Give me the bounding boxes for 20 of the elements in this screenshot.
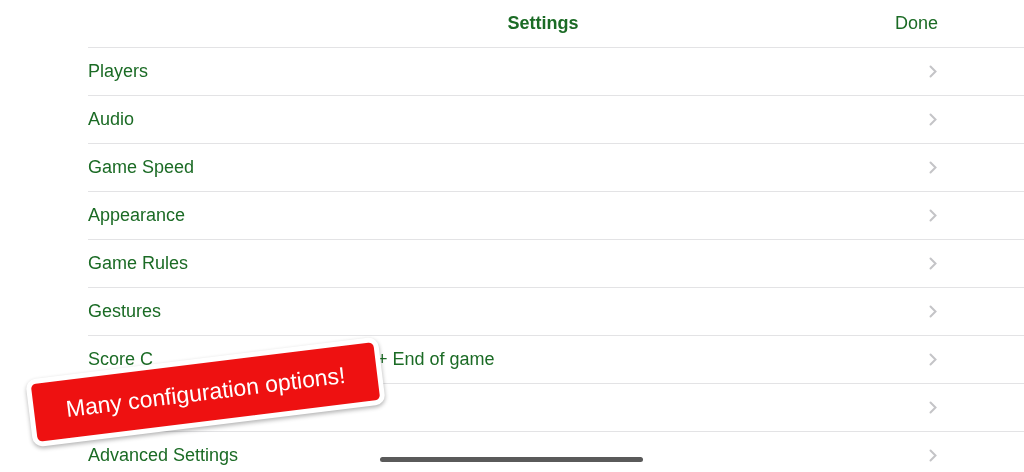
row-label: Appearance bbox=[88, 205, 186, 226]
done-button[interactable]: Done bbox=[895, 13, 938, 34]
chevron-icon bbox=[929, 257, 937, 270]
chevron-icon bbox=[929, 401, 937, 414]
chevron-icon bbox=[929, 353, 937, 366]
chevron-icon bbox=[929, 305, 937, 318]
row-label: Gestures bbox=[88, 301, 162, 322]
row-label: Advanced Settings bbox=[88, 445, 239, 466]
row-label: Score C bbox=[88, 349, 155, 370]
row-label: Game Speed bbox=[88, 157, 195, 178]
row-label: Audio bbox=[88, 109, 135, 130]
screen-title: Settings bbox=[507, 13, 579, 34]
chevron-icon bbox=[929, 209, 937, 222]
chevron-icon bbox=[929, 113, 937, 126]
chevron-icon bbox=[929, 65, 937, 78]
home-indicator[interactable] bbox=[380, 457, 643, 462]
chevron-icon bbox=[929, 161, 937, 174]
row-label: Game Rules bbox=[88, 253, 189, 274]
row-label: Players bbox=[88, 61, 149, 82]
chevron-icon bbox=[929, 449, 937, 462]
